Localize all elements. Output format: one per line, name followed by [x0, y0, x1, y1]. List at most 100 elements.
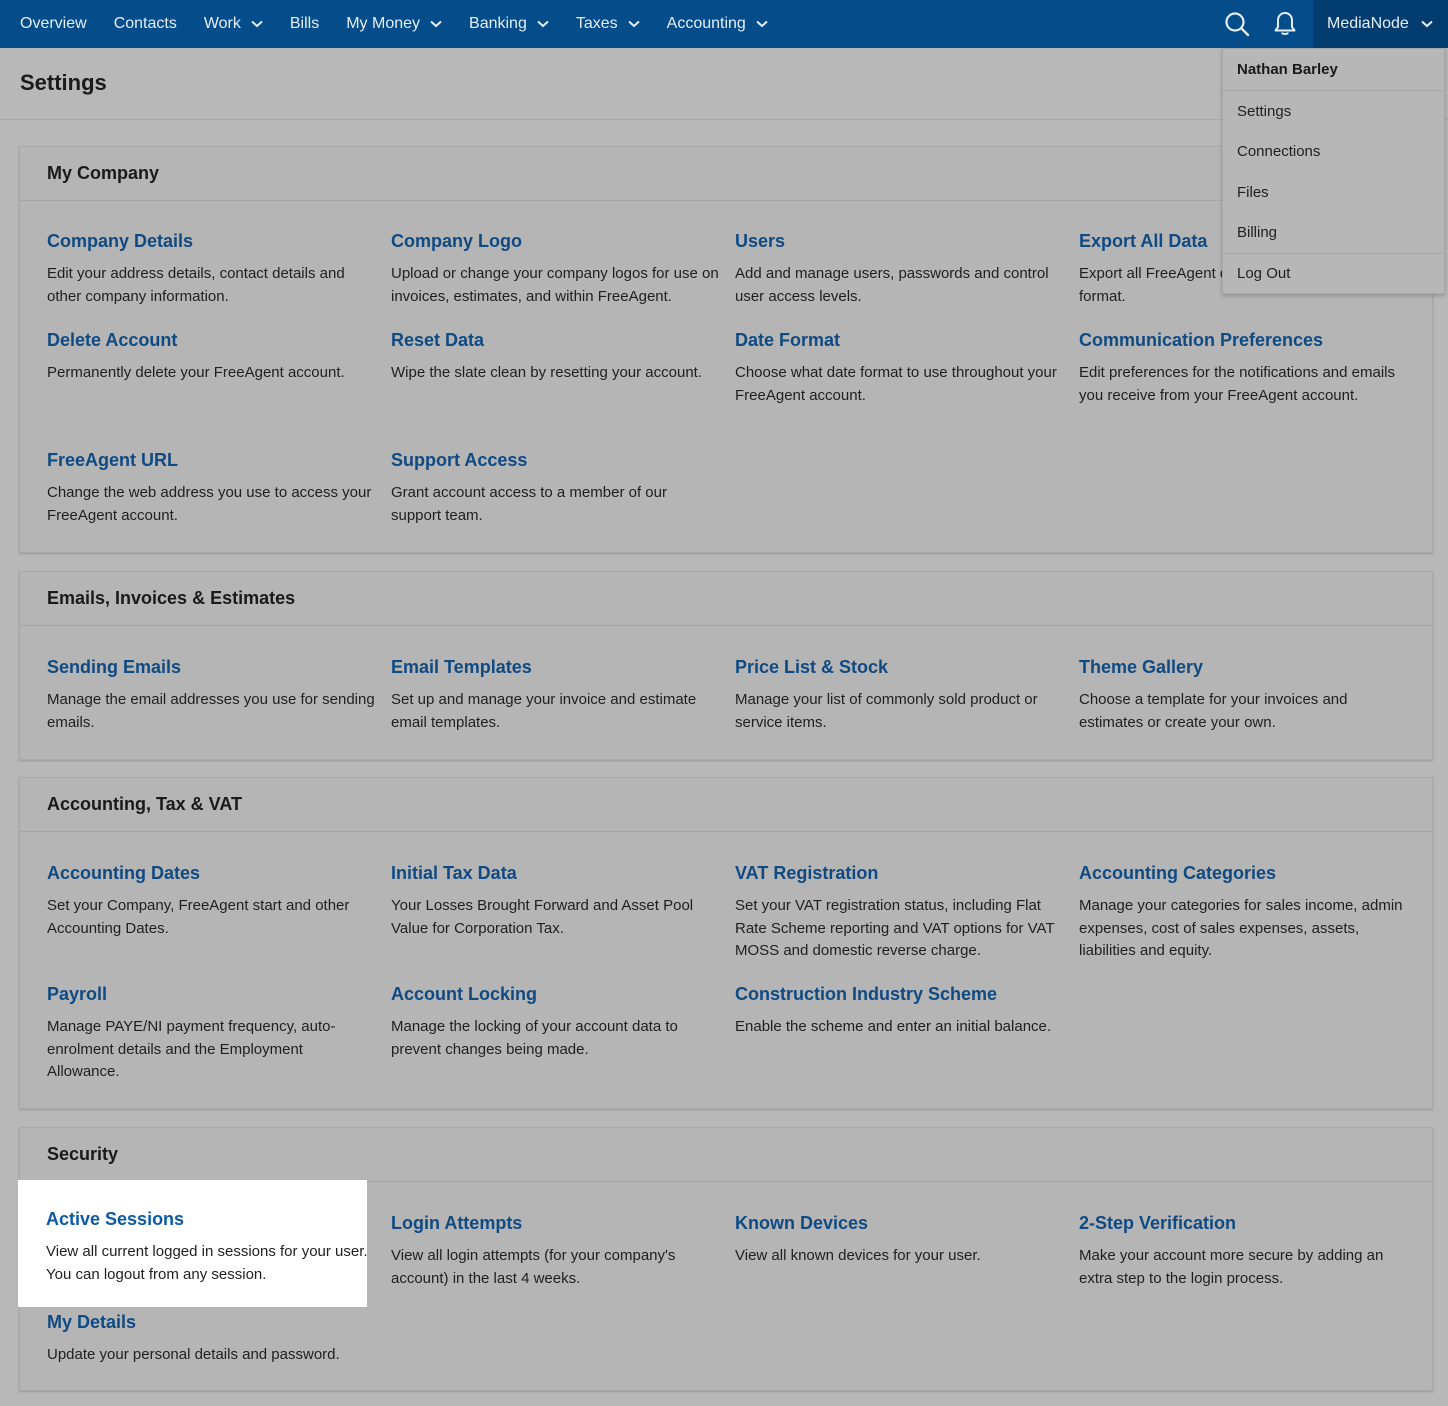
tile-company-logo: Company Logo Upload or change your compa… — [391, 230, 721, 308]
nav-bills[interactable]: Bills — [290, 0, 319, 48]
nav-label: Contacts — [113, 15, 177, 32]
tile-link[interactable]: VAT Registration — [735, 862, 1065, 884]
nav-accounting[interactable]: Accounting — [667, 0, 768, 48]
tile-description: Choose what date format to use throughou… — [735, 364, 1057, 404]
tile-initial-tax-data: Initial Tax Data Your Losses Brought For… — [391, 862, 721, 940]
tile-link[interactable]: Email Templates — [391, 656, 721, 678]
tile-description: View all login attempts (for your compan… — [391, 1247, 676, 1287]
tile-date-format: Date Format Choose what date format to u… — [735, 329, 1065, 407]
nav-contacts[interactable]: Contacts — [114, 0, 177, 48]
tile-description: Add and manage users, passwords and cont… — [735, 265, 1049, 305]
search-icon[interactable] — [1213, 0, 1261, 48]
tile-link[interactable]: Reset Data — [391, 329, 721, 351]
tile-description: View all known devices for your user. — [735, 1247, 981, 1264]
nav-work[interactable]: Work — [204, 0, 263, 48]
account-dropdown-menu: Nathan Barley Settings Connections Files… — [1222, 48, 1445, 294]
tile-vat-registration: VAT Registration Set your VAT registrati… — [735, 862, 1065, 963]
tile-description: Choose a template for your invoices and … — [1079, 691, 1348, 731]
nav-overview[interactable]: Overview — [20, 0, 87, 48]
tile-link[interactable]: Support Access — [391, 449, 721, 471]
chevron-down-icon — [627, 20, 640, 28]
tile-link[interactable]: Payroll — [47, 983, 377, 1005]
tile-accounting-categories: Accounting Categories Manage your catego… — [1079, 862, 1409, 963]
nav-label: Bills — [289, 15, 320, 32]
section-my-company: My Company Company Details Edit your add… — [19, 146, 1433, 553]
menu-item-connections[interactable]: Connections — [1223, 132, 1444, 173]
page-title: Settings — [20, 70, 107, 95]
account-menu-button[interactable]: MediaNode — [1313, 0, 1448, 48]
section-title: My Company — [20, 147, 1432, 201]
nav-label: Banking — [469, 15, 527, 32]
tile-construction-industry-scheme: Construction Industry Scheme Enable the … — [735, 983, 1065, 1039]
section-title: Accounting, Tax & VAT — [20, 778, 1432, 832]
tile-link[interactable]: 2-Step Verification — [1079, 1212, 1409, 1234]
tile-account-locking: Account Locking Manage the locking of yo… — [391, 983, 721, 1061]
tile-link[interactable]: Login Attempts — [391, 1212, 721, 1234]
nav-label: Taxes — [575, 15, 618, 32]
section-title: Security — [20, 1128, 1432, 1182]
tile-company-details: Company Details Edit your address detail… — [47, 230, 377, 308]
tile-link[interactable]: Price List & Stock — [735, 656, 1065, 678]
tile-description: Wipe the slate clean by resetting your a… — [391, 364, 703, 381]
main-nav: Overview Contacts Work Bills My Money Ba… — [0, 0, 795, 48]
tile-description: Update your personal details and passwor… — [47, 1346, 340, 1363]
tile-link[interactable]: Accounting Categories — [1079, 862, 1409, 884]
tile-link[interactable]: FreeAgent URL — [47, 449, 377, 471]
nav-taxes[interactable]: Taxes — [576, 0, 640, 48]
nav-label: Overview — [20, 15, 87, 32]
top-navigation: Overview Contacts Work Bills My Money Ba… — [0, 0, 1448, 48]
menu-item-billing[interactable]: Billing — [1223, 213, 1444, 254]
dropdown-user-name: Nathan Barley — [1223, 49, 1444, 91]
nav-my-money[interactable]: My Money — [346, 0, 442, 48]
tile-description: Upload or change your company logos for … — [391, 265, 719, 305]
nav-banking[interactable]: Banking — [469, 0, 549, 48]
chevron-down-icon — [1421, 20, 1433, 28]
nav-label: My Money — [346, 15, 421, 32]
account-label: MediaNode — [1327, 15, 1409, 32]
tile-email-templates: Email Templates Set up and manage your i… — [391, 656, 721, 734]
tile-link[interactable]: Delete Account — [47, 329, 377, 351]
tile-description: Manage your list of commonly sold produc… — [735, 691, 1038, 731]
tile-delete-account: Delete Account Permanently delete your F… — [47, 329, 377, 385]
tile-link[interactable]: Date Format — [735, 329, 1065, 351]
chevron-down-icon — [537, 20, 549, 28]
section-title: Emails, Invoices & Estimates — [20, 572, 1432, 626]
tile-link[interactable]: Accounting Dates — [47, 862, 377, 884]
tile-link[interactable]: Active Sessions — [46, 1208, 376, 1230]
tile-description: Edit your address details, contact detai… — [47, 265, 345, 305]
tile-description: View all current logged in sessions for … — [46, 1243, 368, 1283]
tile-description: Your Losses Brought Forward and Asset Po… — [391, 897, 694, 937]
tile-price-list-stock: Price List & Stock Manage your list of c… — [735, 656, 1065, 734]
tile-link[interactable]: My Details — [47, 1311, 377, 1333]
tile-description: Manage PAYE/NI payment frequency, auto-e… — [47, 1018, 336, 1080]
tile-link[interactable]: Sending Emails — [47, 656, 377, 678]
tile-link[interactable]: Known Devices — [735, 1212, 1065, 1234]
tile-login-attempts: Login Attempts View all login attempts (… — [391, 1212, 721, 1290]
tile-link[interactable]: Construction Industry Scheme — [735, 983, 1065, 1005]
chevron-down-icon — [251, 20, 263, 28]
section-accounting-tax-vat: Accounting, Tax & VAT Accounting Dates S… — [19, 777, 1433, 1109]
tile-link[interactable]: Account Locking — [391, 983, 721, 1005]
tile-description: Set your Company, FreeAgent start and ot… — [47, 897, 350, 937]
tile-users: Users Add and manage users, passwords an… — [735, 230, 1065, 308]
tile-link[interactable]: Users — [735, 230, 1065, 252]
bell-icon[interactable] — [1261, 0, 1309, 48]
tile-theme-gallery: Theme Gallery Choose a template for your… — [1079, 656, 1409, 734]
menu-item-files[interactable]: Files — [1223, 172, 1444, 213]
tile-link[interactable]: Company Details — [47, 230, 377, 252]
tile-my-details: My Details Update your personal details … — [47, 1311, 377, 1367]
tile-description: Manage the email addresses you use for s… — [47, 691, 375, 731]
tile-link[interactable]: Theme Gallery — [1079, 656, 1409, 678]
highlighted-tile-active-sessions[interactable]: Active Sessions View all current logged … — [18, 1180, 368, 1307]
tile-link[interactable]: Initial Tax Data — [391, 862, 721, 884]
menu-item-settings[interactable]: Settings — [1223, 91, 1444, 132]
menu-item-log-out[interactable]: Log Out — [1223, 253, 1444, 294]
tile-description: Manage your categories for sales income,… — [1079, 897, 1403, 959]
section-emails-invoices-estimates: Emails, Invoices & Estimates Sending Ema… — [19, 571, 1433, 760]
tile-description: Enable the scheme and enter an initial b… — [735, 1018, 1052, 1035]
tile-active-sessions: Active Sessions View all current logged … — [46, 1208, 376, 1286]
tile-link[interactable]: Communication Preferences — [1079, 329, 1409, 351]
tile-known-devices: Known Devices View all known devices for… — [735, 1212, 1065, 1268]
tile-link[interactable]: Company Logo — [391, 230, 721, 252]
nav-right: MediaNode — [1213, 0, 1448, 48]
